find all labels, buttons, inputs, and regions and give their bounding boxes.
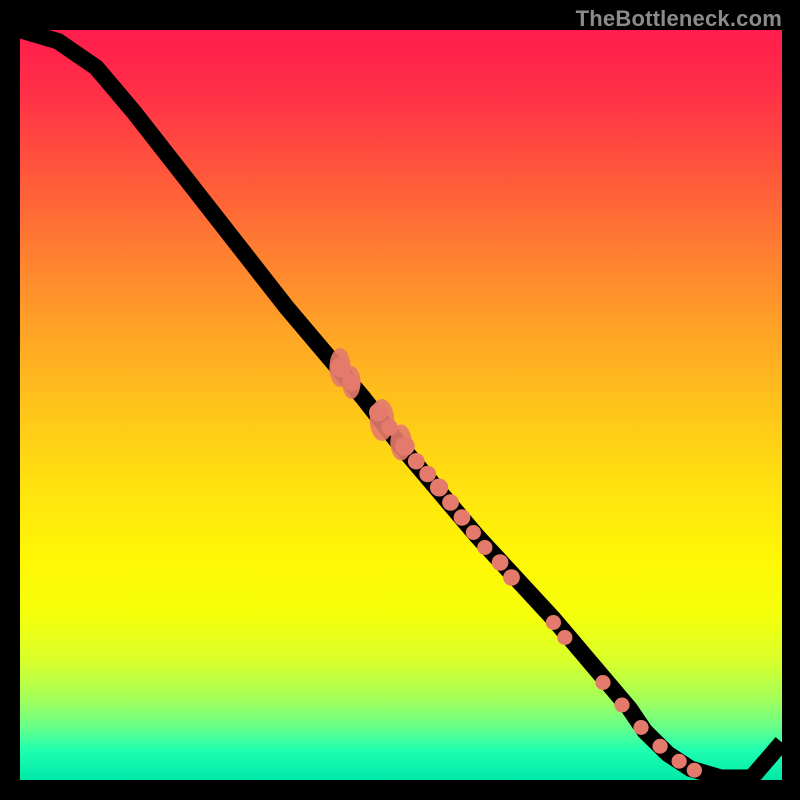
marker-dot (595, 675, 610, 690)
chart-frame: TheBottleneck.com (0, 0, 800, 800)
marker-dot (614, 698, 629, 713)
marker-dot (408, 453, 425, 470)
marker-dot (381, 419, 398, 436)
marker-dot (342, 374, 360, 392)
marker-dot (442, 494, 459, 511)
marker-dot (466, 525, 481, 540)
marker-dot (672, 754, 687, 769)
marker-dot (477, 540, 492, 555)
marker-dot (492, 554, 509, 571)
marker-dot (430, 479, 448, 497)
watermark-text: TheBottleneck.com (576, 6, 782, 32)
marker-dot (687, 763, 702, 778)
marker-dot (503, 569, 520, 586)
marker-dot (454, 509, 471, 526)
marker-dot (652, 739, 667, 754)
marker-dot (557, 630, 572, 645)
marker-dot (546, 615, 561, 630)
plot-area (20, 30, 782, 780)
marker-dot (395, 437, 415, 457)
marker-dot (330, 358, 350, 378)
marker-dot (369, 404, 387, 422)
marker-dot (633, 720, 648, 735)
curve-line (20, 30, 782, 778)
marker-dot (419, 466, 436, 483)
chart-svg (20, 30, 782, 780)
